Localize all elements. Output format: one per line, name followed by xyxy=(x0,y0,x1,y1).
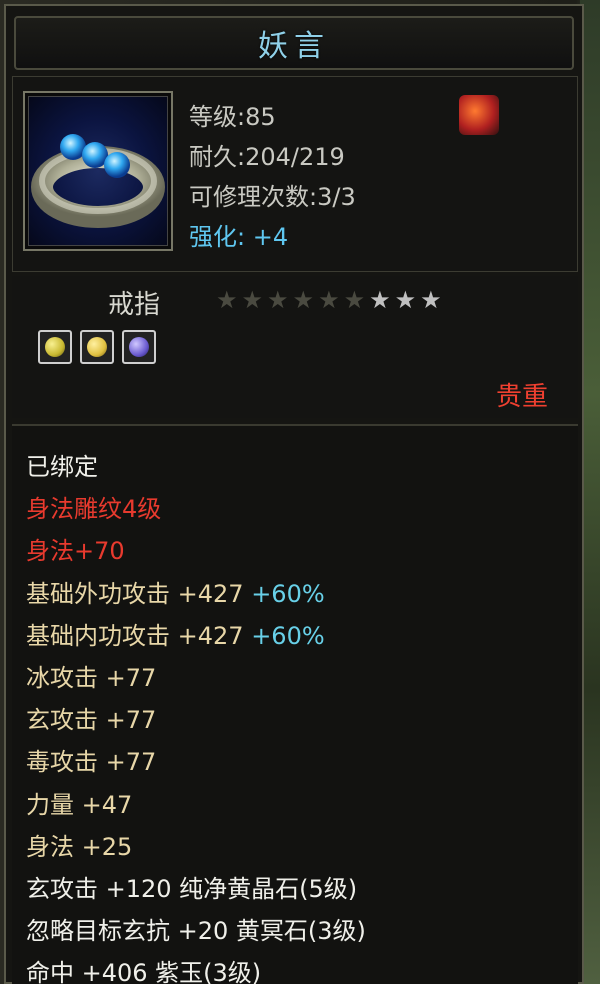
item-icon-frame[interactable] xyxy=(23,91,173,251)
item-header: 等级:85 耐久:204/219 可修理次数:3/3 强化: +4 xyxy=(12,76,578,272)
repair-count-text: 可修理次数:3/3 xyxy=(189,183,356,211)
star-icon: ★ xyxy=(241,286,264,314)
gem-slots xyxy=(38,330,156,364)
attribute-list: 已绑定 身法雕纹4级 身法+70 基础外功攻击 +427 +60% 基础内功攻击… xyxy=(12,424,578,984)
flame-feather-icon xyxy=(459,95,499,135)
item-name: 妖言 xyxy=(258,29,330,64)
xuan-attack: 玄攻击 +77 xyxy=(26,706,157,735)
enhance-text: 强化: +4 xyxy=(189,217,489,257)
item-stats: 等级:85 耐久:204/219 可修理次数:3/3 强化: +4 xyxy=(189,97,489,257)
enhance-value: +4 xyxy=(252,223,289,251)
inner-attack: 基础内功攻击 +427 xyxy=(26,621,244,650)
inner-attack-pct: +60% xyxy=(251,621,325,650)
engrave-level: 身法雕纹4级 xyxy=(26,495,162,524)
enhance-label: 强化: xyxy=(189,223,253,251)
inner-attack-line: 基础内功攻击 +427 +60% xyxy=(26,615,578,657)
star-icon: ★ xyxy=(267,286,289,314)
star-icon: ★ xyxy=(420,286,442,314)
item-tooltip: 妖言 等级:85 耐久:204/219 可修理次数:3/3 强化: +4 戒指 … xyxy=(4,4,584,984)
item-type: 戒指 xyxy=(108,290,161,320)
star-rating: ★ ★ ★ ★ ★ ★ ★ ★ ★ xyxy=(216,288,442,312)
outer-attack-line: 基础外功攻击 +427 +60% xyxy=(26,573,578,615)
ring-icon-art xyxy=(31,134,165,228)
ice-attack: 冰攻击 +77 xyxy=(26,663,157,692)
outer-attack: 基础外功攻击 +427 xyxy=(26,579,244,608)
ring-icon xyxy=(28,96,168,246)
purple-gem-icon[interactable] xyxy=(122,330,156,364)
agility: 身法 +25 xyxy=(26,832,133,861)
strength: 力量 +47 xyxy=(26,790,133,819)
star-icon: ★ xyxy=(216,286,238,314)
level-text: 等级:85 xyxy=(189,103,276,131)
star-icon: ★ xyxy=(369,286,391,314)
bound-status: 已绑定 xyxy=(26,453,98,481)
quality-label: 贵重 xyxy=(495,382,548,412)
item-type-section: 戒指 ★ ★ ★ ★ ★ ★ ★ ★ ★ 贵重 xyxy=(12,276,578,418)
gem-bonus-3: 命中 +406 紫玉(3级) xyxy=(26,959,262,984)
star-icon: ★ xyxy=(343,286,366,314)
gold-gem-icon[interactable] xyxy=(80,330,114,364)
outer-attack-pct: +60% xyxy=(251,579,325,608)
title-bar: 妖言 xyxy=(14,16,574,70)
star-icon: ★ xyxy=(394,286,417,314)
gem-bonus-1: 玄攻击 +120 纯净黄晶石(5级) xyxy=(26,874,358,903)
star-icon: ★ xyxy=(318,286,340,314)
game-screen: 妖言 等级:85 耐久:204/219 可修理次数:3/3 强化: +4 戒指 … xyxy=(0,0,600,984)
durability-text: 耐久:204/219 xyxy=(189,143,345,171)
yellow-gem-icon[interactable] xyxy=(38,330,72,364)
gem-bonus-2: 忽略目标玄抗 +20 黄冥石(3级) xyxy=(26,917,366,946)
poison-attack: 毒攻击 +77 xyxy=(26,748,157,777)
engrave-bonus: 身法+70 xyxy=(26,537,125,566)
star-icon: ★ xyxy=(292,286,315,314)
